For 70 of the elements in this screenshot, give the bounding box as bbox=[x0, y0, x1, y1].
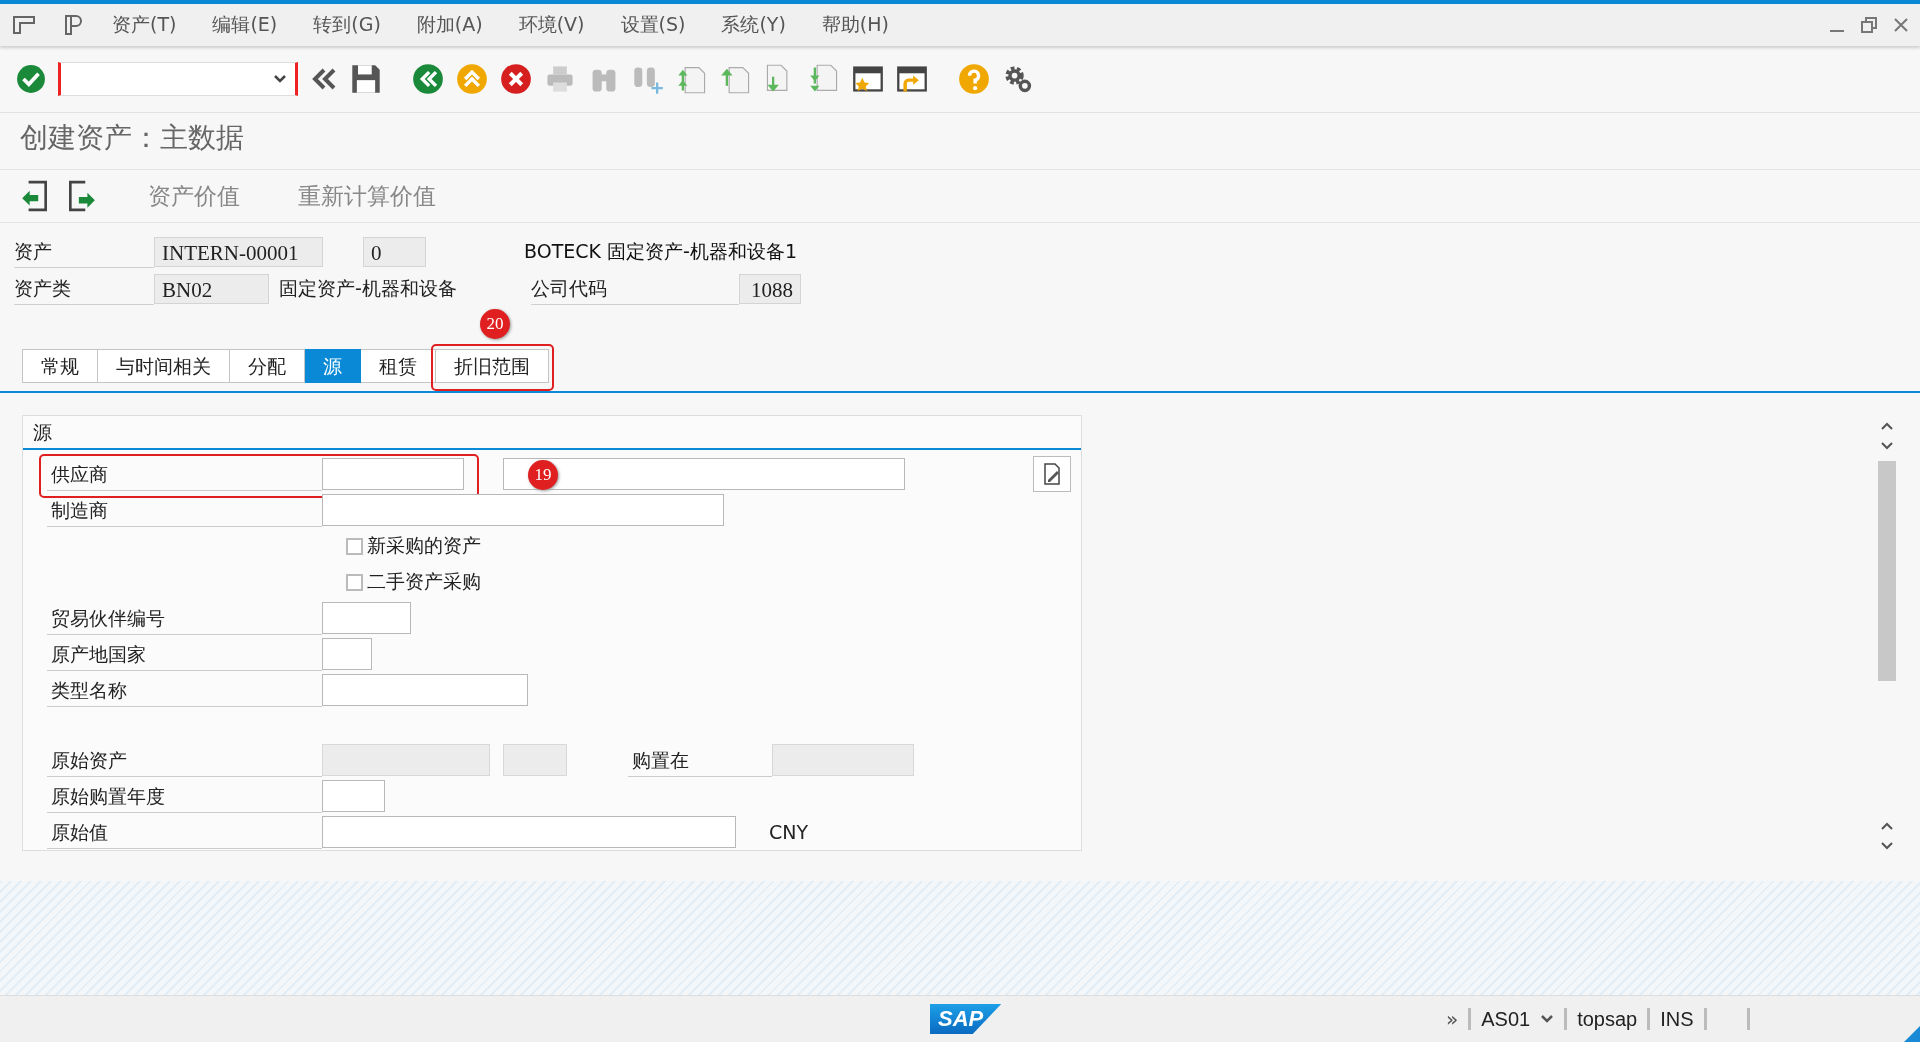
system-name[interactable]: AS01 bbox=[1481, 1007, 1531, 1031]
tab[interactable]: 折旧范围 bbox=[436, 349, 549, 383]
scroll-up-icon[interactable] bbox=[1880, 821, 1894, 831]
checkbox[interactable] bbox=[346, 537, 363, 555]
asset-number-field[interactable]: INTERN-00001 bbox=[154, 236, 323, 267]
input-field[interactable] bbox=[322, 638, 372, 670]
field-label: 原始资产 bbox=[47, 743, 322, 777]
menu-item[interactable]: 帮助(H) bbox=[821, 12, 889, 38]
scroll-down-icon[interactable] bbox=[1880, 841, 1894, 851]
caret-icon[interactable] bbox=[1540, 1014, 1555, 1024]
company-code-field[interactable]: 1088 bbox=[739, 273, 801, 304]
tab[interactable]: 常规 bbox=[22, 349, 98, 383]
menu-item[interactable]: 环境(V) bbox=[518, 12, 585, 38]
menu-icon[interactable] bbox=[12, 15, 36, 35]
field-label: 贸易伙伴编号 bbox=[47, 601, 322, 635]
field-label: 原始购置年度 bbox=[47, 779, 322, 813]
field-label: 制造商 bbox=[47, 493, 322, 527]
input-field[interactable] bbox=[322, 602, 411, 634]
menu-item[interactable]: 设置(S) bbox=[620, 12, 686, 38]
input-field[interactable] bbox=[322, 816, 736, 848]
scroll-down-icon[interactable] bbox=[1880, 441, 1894, 451]
input-field[interactable] bbox=[322, 458, 464, 490]
currency-unit: CNY bbox=[769, 821, 809, 843]
cancel-icon[interactable] bbox=[500, 63, 532, 95]
edit-document-button[interactable] bbox=[1033, 456, 1071, 492]
menu-item[interactable]: 系统(Y) bbox=[721, 12, 786, 38]
resize-grip-icon[interactable] bbox=[1904, 1026, 1920, 1042]
menu-item[interactable]: 附加(A) bbox=[416, 12, 483, 38]
sub-number-field[interactable]: 0 bbox=[363, 236, 426, 267]
menu-item[interactable]: 转到(G) bbox=[313, 12, 381, 38]
check-icon[interactable] bbox=[16, 64, 46, 94]
menu-item[interactable]: 编辑(E) bbox=[212, 12, 278, 38]
input-field[interactable] bbox=[503, 458, 905, 490]
back-icon[interactable] bbox=[412, 63, 444, 95]
asset-description: BOTECK 固定资产-机器和设备1 bbox=[524, 238, 797, 264]
scroll-thumb[interactable] bbox=[1878, 461, 1896, 681]
tab[interactable]: 租赁 bbox=[361, 349, 436, 383]
menu-item[interactable]: 资产(T) bbox=[112, 12, 177, 38]
input-field[interactable] bbox=[322, 780, 385, 812]
command-field[interactable] bbox=[58, 62, 298, 96]
field-label: 原始值 bbox=[47, 815, 322, 849]
input-mode: INS bbox=[1660, 1007, 1694, 1031]
group-title: 源 bbox=[23, 416, 1081, 450]
help-icon[interactable] bbox=[958, 63, 990, 95]
asset-class-field[interactable]: BN02 bbox=[154, 273, 269, 304]
caret-icon bbox=[273, 74, 287, 84]
restore-icon[interactable] bbox=[1860, 16, 1878, 34]
class-description: 固定资产-机器和设备 bbox=[279, 275, 458, 301]
tab[interactable]: 源 bbox=[305, 349, 361, 383]
field-label: 类型名称 bbox=[47, 673, 322, 707]
logo: SAP bbox=[930, 1004, 1002, 1034]
input-field[interactable] bbox=[322, 674, 528, 706]
field-label: 原产地国家 bbox=[47, 637, 322, 671]
tab[interactable]: 与时间相关 bbox=[98, 349, 230, 383]
document-arrow-right-icon[interactable] bbox=[66, 180, 96, 212]
callout-badge: 20 bbox=[480, 309, 510, 339]
checkbox[interactable] bbox=[346, 573, 363, 591]
screen-title: 创建资产：主数据 bbox=[0, 113, 1920, 170]
save-icon[interactable] bbox=[350, 63, 382, 95]
document-arrow-left-icon[interactable] bbox=[20, 180, 50, 212]
input-field[interactable] bbox=[322, 494, 724, 526]
scroll-up-icon[interactable] bbox=[1880, 421, 1894, 431]
user-name: topsap bbox=[1577, 1007, 1638, 1031]
expand-button[interactable]: » bbox=[1446, 1007, 1459, 1031]
close-icon[interactable] bbox=[1892, 16, 1910, 34]
checkbox-label: 新采购的资产 bbox=[367, 533, 481, 558]
checkbox-label: 二手资产采购 bbox=[367, 569, 481, 594]
field-label: 供应商 bbox=[47, 457, 322, 491]
exit-icon[interactable] bbox=[456, 63, 488, 95]
tab[interactable]: 分配 bbox=[230, 349, 305, 383]
